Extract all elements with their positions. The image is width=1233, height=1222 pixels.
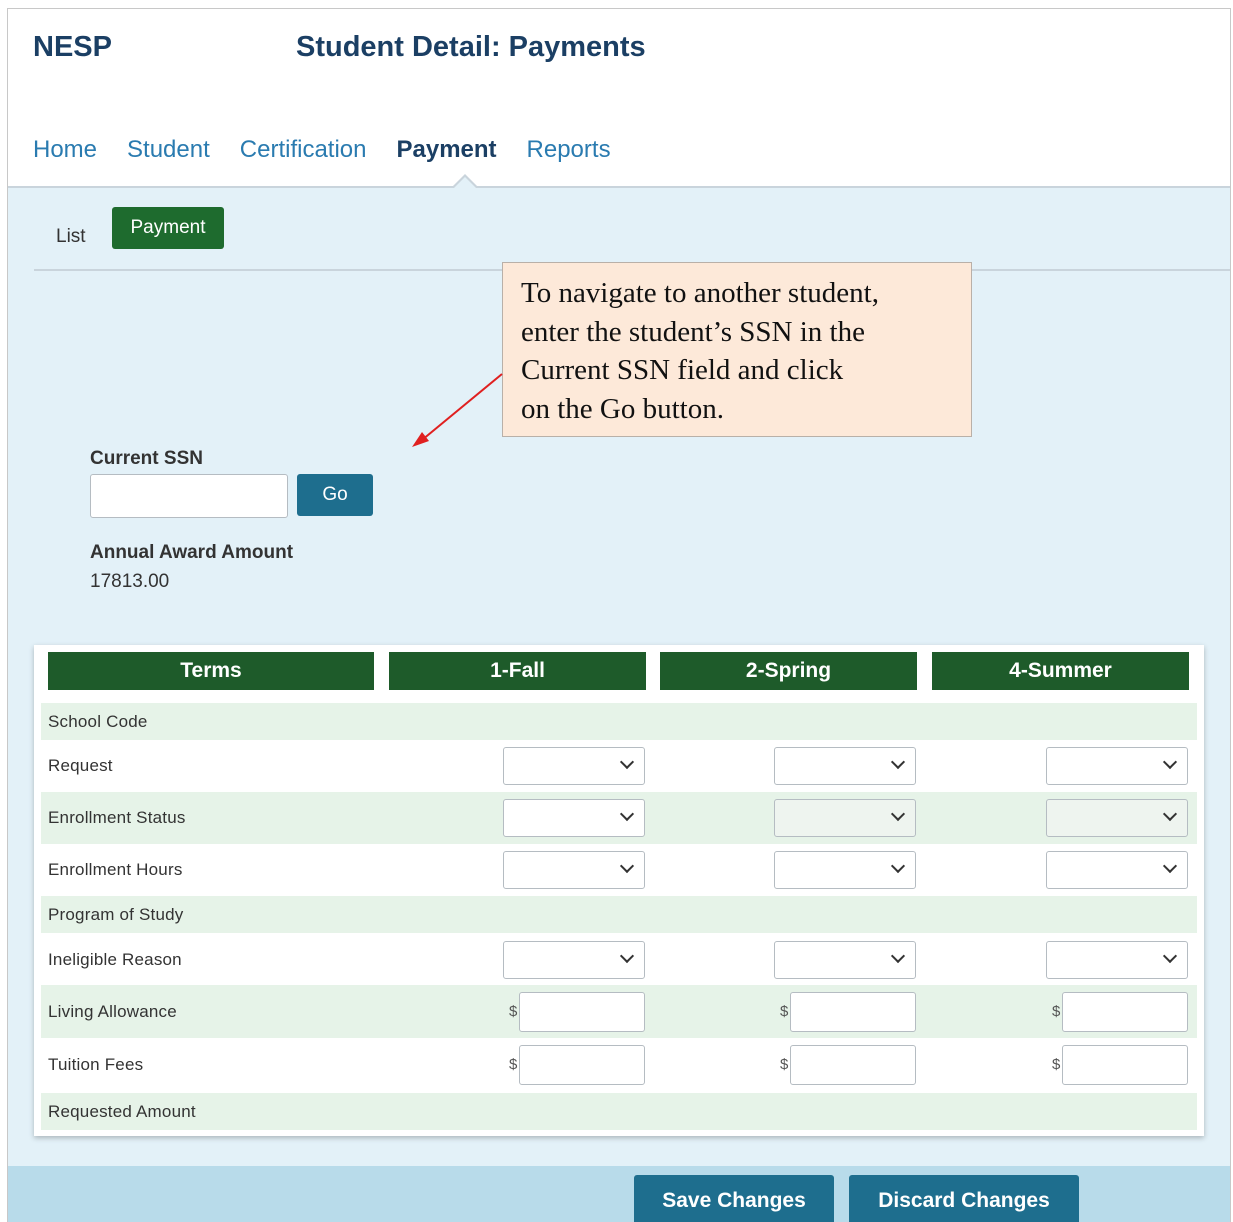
active-nav-caret-fill: [454, 177, 476, 188]
row-label: Tuition Fees: [48, 1055, 144, 1074]
callout-line: enter the student’s SSN in the: [521, 315, 865, 348]
nav-divider: [8, 186, 1230, 188]
enrollment-hours-spring-select[interactable]: [774, 851, 916, 889]
discard-changes-button[interactable]: Discard Changes: [849, 1175, 1079, 1222]
annual-award-label: Annual Award Amount: [90, 542, 294, 563]
tuition-fees-summer-input[interactable]: [1062, 1045, 1188, 1085]
table-row-school-code: School Code: [41, 703, 1197, 740]
column-header-terms: Terms: [48, 652, 374, 690]
table-row-requested-amount: Requested Amount: [41, 1093, 1197, 1130]
current-ssn-label: Current SSN: [90, 448, 203, 469]
row-label: Requested Amount: [48, 1102, 196, 1121]
row-label: Enrollment Status: [48, 808, 186, 827]
chevron-down-icon: [619, 806, 635, 822]
table-row-enrollment-hours: Enrollment Hours: [41, 844, 1197, 896]
nav-item-payment[interactable]: Payment: [396, 136, 496, 164]
table-row-enrollment-status: Enrollment Status: [41, 792, 1197, 844]
enrollment-hours-summer-select[interactable]: [1046, 851, 1188, 889]
table-row-program-of-study: Program of Study: [41, 896, 1197, 933]
row-label: School Code: [48, 712, 148, 731]
enrollment-status-summer-select[interactable]: [1046, 799, 1188, 837]
callout-line: on the Go button.: [521, 392, 724, 425]
row-label: Ineligible Reason: [48, 950, 182, 969]
help-callout: To navigate to another student, enter th…: [502, 262, 972, 437]
chevron-down-icon: [619, 858, 635, 874]
tuition-fees-spring-input[interactable]: [790, 1045, 916, 1085]
currency-symbol: $: [1052, 1056, 1061, 1073]
chevron-down-icon: [619, 754, 635, 770]
main-nav: Home Student Certification Payment Repor…: [33, 136, 641, 164]
chevron-down-icon: [890, 754, 906, 770]
living-allowance-summer-input[interactable]: [1062, 992, 1188, 1032]
column-header-fall: 1-Fall: [389, 652, 646, 690]
callout-line: To navigate to another student,: [521, 277, 879, 309]
content-panel: List Payment To navigate to another stud…: [8, 188, 1230, 1166]
chevron-down-icon: [1162, 948, 1178, 964]
ineligible-reason-fall-select[interactable]: [503, 941, 645, 979]
chevron-down-icon: [890, 806, 906, 822]
page-title: Student Detail: Payments: [296, 31, 646, 63]
request-summer-select[interactable]: [1046, 747, 1188, 785]
nav-item-reports[interactable]: Reports: [527, 136, 611, 164]
table-row-ineligible-reason: Ineligible Reason: [41, 933, 1197, 985]
column-header-summer: 4-Summer: [932, 652, 1189, 690]
row-label: Enrollment Hours: [48, 860, 183, 879]
annual-award-value: 17813.00: [90, 571, 170, 592]
chevron-down-icon: [619, 948, 635, 964]
save-changes-button[interactable]: Save Changes: [634, 1175, 834, 1222]
chevron-down-icon: [890, 948, 906, 964]
enrollment-hours-fall-select[interactable]: [503, 851, 645, 889]
tuition-fees-fall-input[interactable]: [519, 1045, 645, 1085]
enrollment-status-spring-select[interactable]: [774, 799, 916, 837]
chevron-down-icon: [1162, 754, 1178, 770]
request-fall-select[interactable]: [503, 747, 645, 785]
row-label: Program of Study: [48, 905, 184, 924]
currency-symbol: $: [509, 1003, 518, 1020]
table-row-living-allowance: Living Allowance $ $ $: [41, 985, 1197, 1038]
row-label: Living Allowance: [48, 1002, 177, 1021]
currency-symbol: $: [780, 1003, 789, 1020]
ineligible-reason-spring-select[interactable]: [774, 941, 916, 979]
action-footer: Save Changes Discard Changes: [8, 1166, 1230, 1222]
app-frame: NESP Student Detail: Payments Home Stude…: [7, 8, 1231, 1222]
nav-item-certification[interactable]: Certification: [240, 136, 367, 164]
callout-arrow-icon: [412, 373, 503, 447]
currency-symbol: $: [780, 1056, 789, 1073]
nav-item-home[interactable]: Home: [33, 136, 97, 164]
table-row-tuition-fees: Tuition Fees $ $ $: [41, 1038, 1197, 1093]
table-row-request: Request: [41, 740, 1197, 792]
row-label: Request: [48, 756, 113, 775]
nav-item-student[interactable]: Student: [127, 136, 210, 164]
chevron-down-icon: [1162, 806, 1178, 822]
living-allowance-spring-input[interactable]: [790, 992, 916, 1032]
terms-table: Terms 1-Fall 2-Spring 4-Summer School Co…: [34, 645, 1204, 1136]
currency-symbol: $: [1052, 1003, 1061, 1020]
enrollment-status-fall-select[interactable]: [503, 799, 645, 837]
chevron-down-icon: [890, 858, 906, 874]
request-spring-select[interactable]: [774, 747, 916, 785]
currency-symbol: $: [509, 1056, 518, 1073]
living-allowance-fall-input[interactable]: [519, 992, 645, 1032]
go-button[interactable]: Go: [297, 474, 373, 516]
ineligible-reason-summer-select[interactable]: [1046, 941, 1188, 979]
callout-line: Current SSN field and click: [521, 354, 844, 386]
column-header-spring: 2-Spring: [660, 652, 917, 690]
chevron-down-icon: [1162, 858, 1178, 874]
current-ssn-input[interactable]: [90, 474, 288, 518]
brand-logo-text: NESP: [33, 31, 112, 63]
